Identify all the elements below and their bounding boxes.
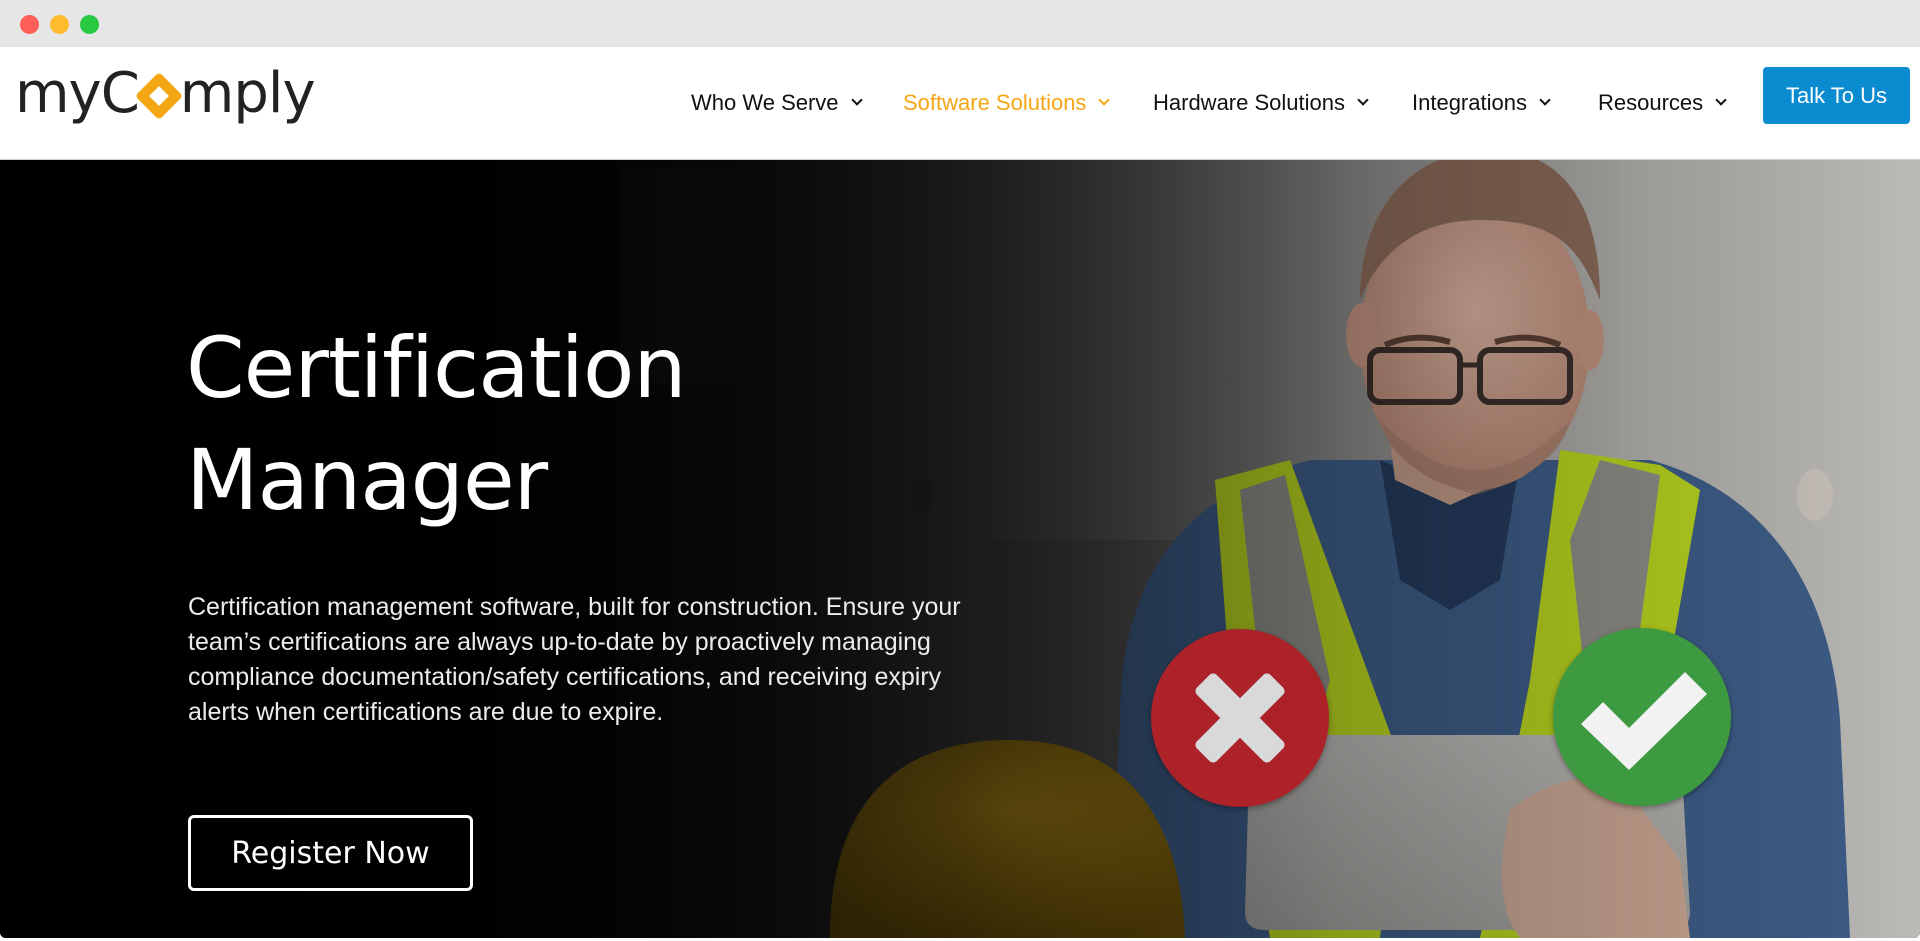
- site-header: myC mply Who We Serve Software Solutions …: [0, 47, 1920, 160]
- chevron-down-icon: [1539, 94, 1551, 106]
- chevron-down-icon: [1098, 94, 1111, 106]
- nav-label: Integrations: [1412, 90, 1527, 115]
- nav-item-resources[interactable]: Resources: [1598, 83, 1727, 123]
- hero-title-line-1: Certification: [186, 319, 687, 417]
- window-minimize-button[interactable]: [50, 15, 69, 34]
- hero-title: Certification Manager: [186, 312, 687, 536]
- nav-label: Resources: [1598, 90, 1704, 115]
- x-mark-badge: [1151, 629, 1329, 807]
- nav-item-who-we-serve[interactable]: Who We Serve: [691, 83, 863, 123]
- hero-description: Certification management software, built…: [188, 593, 961, 726]
- hero-section: Certification Manager Certification mana…: [0, 160, 1920, 938]
- window-close-button[interactable]: [20, 15, 39, 34]
- x-mark-icon: [1195, 673, 1285, 763]
- nav-label: Who We Serve: [691, 90, 839, 115]
- register-now-button[interactable]: Register Now: [188, 815, 473, 891]
- chevron-down-icon: [1357, 94, 1369, 106]
- nav-item-integrations[interactable]: Integrations: [1412, 83, 1551, 123]
- browser-chrome: [0, 0, 1920, 47]
- window-maximize-button[interactable]: [80, 15, 99, 34]
- nav-item-hardware-solutions[interactable]: Hardware Solutions: [1153, 83, 1369, 123]
- hero-title-line-2: Manager: [186, 431, 548, 529]
- main-nav: Who We Serve Software Solutions Hardware…: [0, 47, 1920, 160]
- talk-to-us-button[interactable]: Talk To Us: [1763, 67, 1910, 124]
- chevron-down-icon: [850, 94, 863, 106]
- chevron-down-icon: [1715, 94, 1727, 106]
- checkmark-icon: [1581, 672, 1707, 770]
- checkmark-badge: [1553, 628, 1731, 806]
- nav-label: Hardware Solutions: [1153, 90, 1345, 115]
- nav-label: Software Solutions: [903, 90, 1087, 115]
- nav-item-software-solutions[interactable]: Software Solutions: [903, 83, 1111, 123]
